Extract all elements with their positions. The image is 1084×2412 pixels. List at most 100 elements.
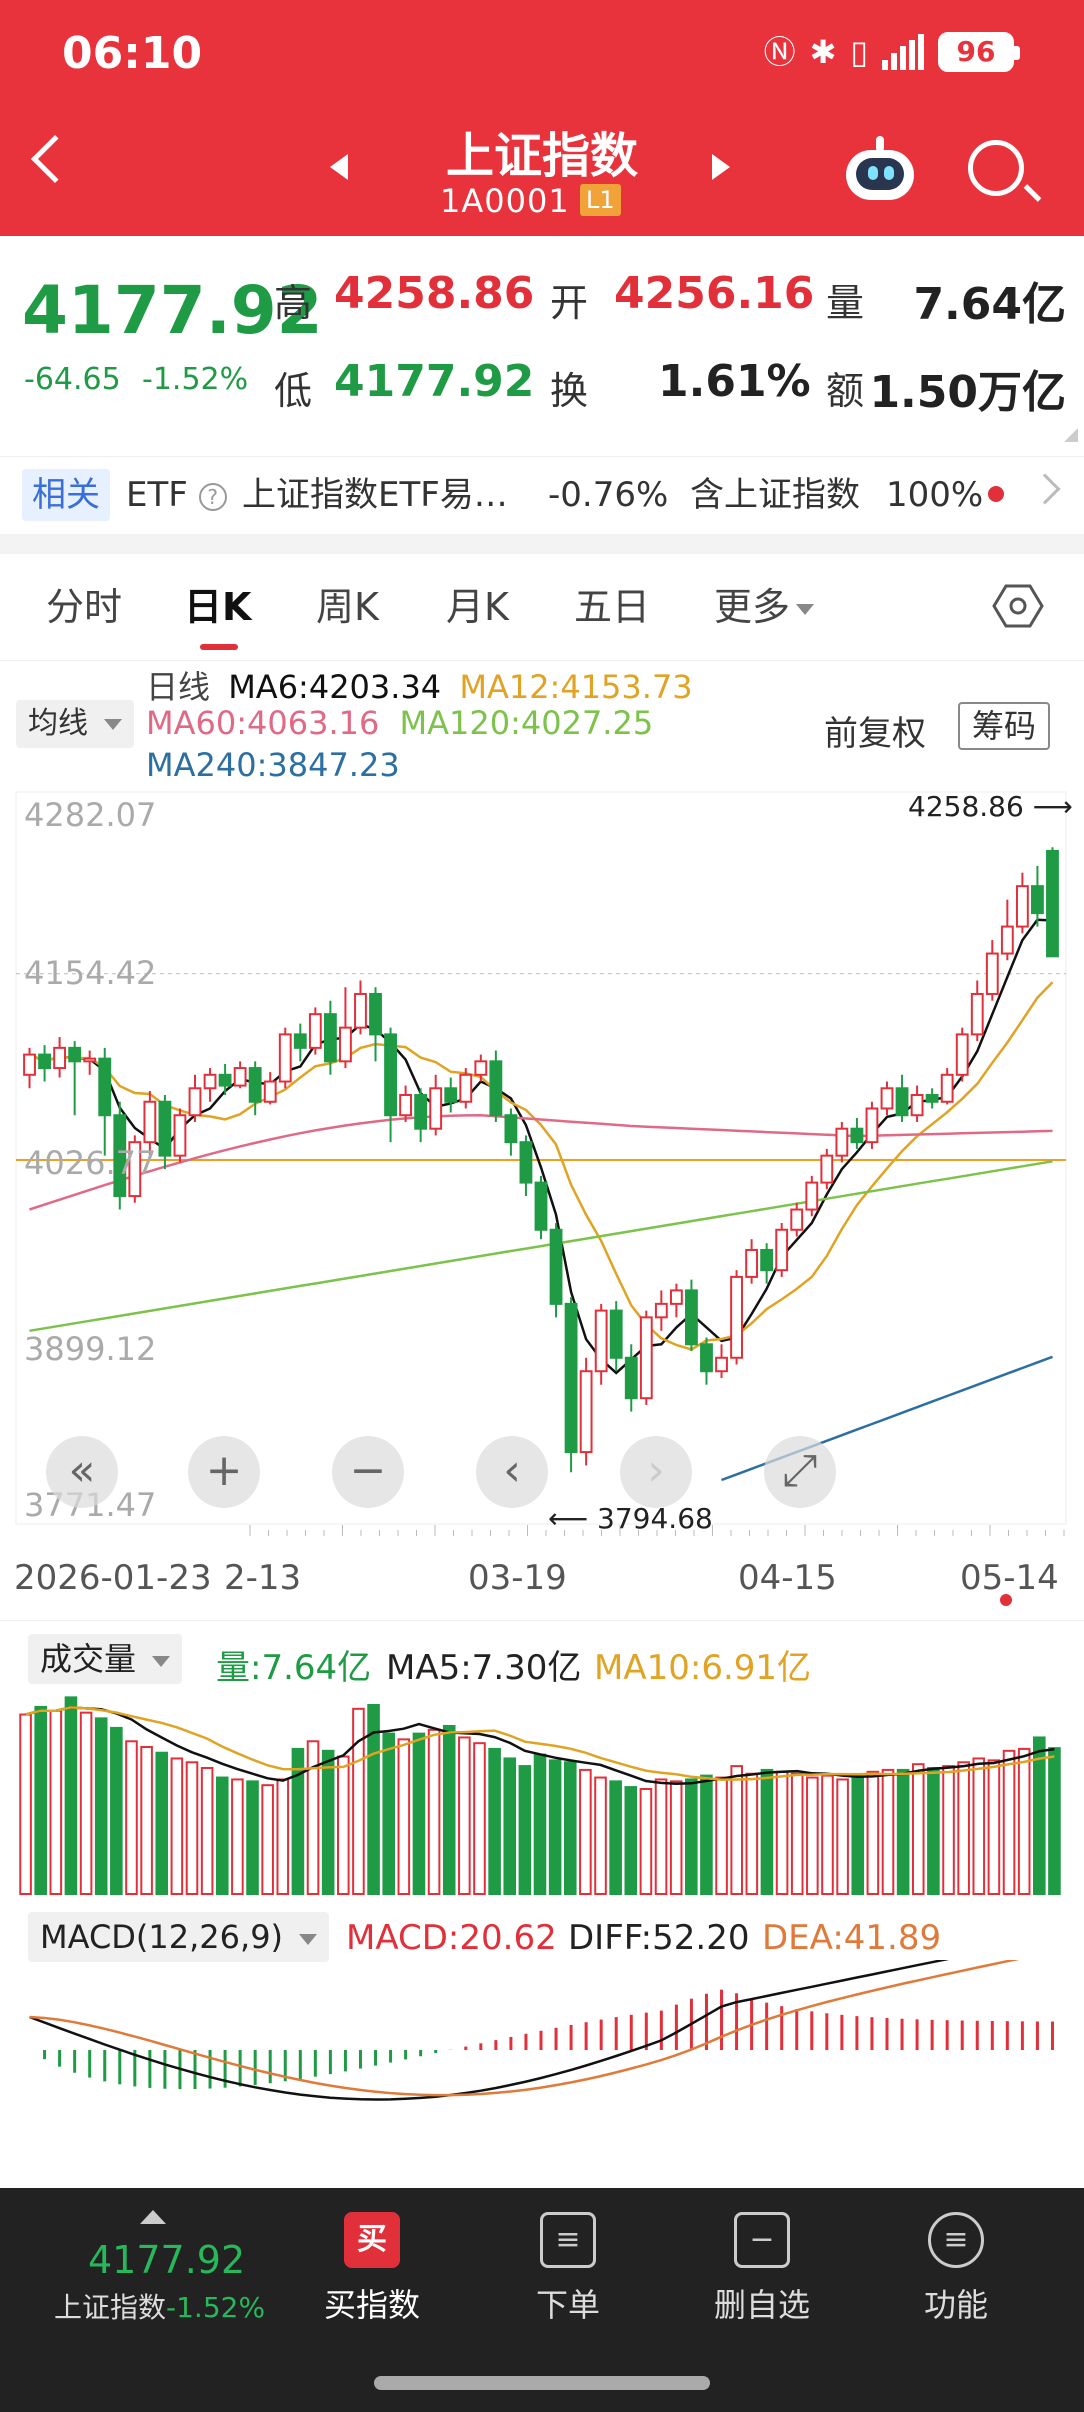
open-value: 4256.16	[614, 268, 815, 319]
volume-bar	[473, 1742, 486, 1895]
max-price-annotation: 4258.86 ⟶	[908, 790, 1073, 823]
candle	[308, 1013, 322, 1049]
candle	[23, 1053, 36, 1076]
zoom-in-icon[interactable]: +	[188, 1436, 260, 1508]
volume-chart[interactable]	[0, 1680, 1084, 1900]
candle	[700, 1343, 713, 1373]
etf-name: 上证指数ETF易…	[242, 475, 508, 515]
search-icon[interactable]	[968, 140, 1024, 196]
remove-watchlist-button[interactable]: − 删自选	[672, 2212, 852, 2326]
ma-legend-row3: MA240:3847.23	[146, 746, 400, 784]
kline-chart[interactable]	[0, 780, 1084, 1540]
notification-dot	[988, 486, 1004, 502]
status-time: 06:10	[62, 28, 203, 79]
scroll-left-icon[interactable]: ‹	[476, 1436, 548, 1508]
candle	[715, 1356, 728, 1373]
volume-bar	[19, 1713, 32, 1895]
x-tick: 03-19	[468, 1558, 567, 1598]
volume-bar	[155, 1751, 169, 1895]
low-value: 4177.92	[334, 356, 535, 407]
candle	[639, 1316, 653, 1400]
rewind-icon[interactable]: «	[46, 1436, 118, 1508]
candle	[1015, 885, 1029, 928]
zoom-out-icon[interactable]: −	[332, 1436, 404, 1508]
tab-five-day[interactable]: 五日	[574, 576, 650, 631]
turnover-value: 1.61%	[658, 356, 811, 407]
scroll-right-icon[interactable]: ›	[620, 1436, 692, 1508]
volume-bar	[579, 1768, 592, 1895]
volume-bar	[49, 1709, 63, 1895]
status-icons: Ⓝ ✱ ▯ 96	[763, 30, 1020, 74]
tab-intraday[interactable]: 分时	[46, 576, 122, 631]
volume-bar	[276, 1778, 290, 1895]
candle	[669, 1289, 683, 1305]
x-tick: 2026-01-23	[14, 1558, 212, 1598]
volume-bar	[200, 1767, 214, 1895]
x-tick: 2-13	[224, 1558, 302, 1598]
volume-bar	[927, 1767, 940, 1895]
dropdown-icon	[796, 604, 815, 615]
bottom-price: 4177.92	[88, 2238, 246, 2282]
header-bar: 06:10 Ⓝ ✱ ▯ 96 上证指数 1A0001 L1	[0, 0, 1084, 236]
minus-box-icon: −	[734, 2212, 790, 2268]
tab-daily-k[interactable]: 日K	[184, 576, 251, 631]
candle	[745, 1248, 759, 1278]
adjust-mode[interactable]: 前复权	[824, 706, 926, 755]
tab-monthly-k[interactable]: 月K	[446, 576, 509, 631]
chips-button[interactable]: 筹码	[958, 702, 1051, 750]
candle	[519, 1141, 533, 1184]
settings-hex-icon[interactable]	[992, 580, 1044, 632]
candle	[910, 1094, 924, 1117]
candle	[940, 1073, 954, 1103]
nfc-icon: Ⓝ	[763, 33, 796, 71]
volume-bar	[806, 1776, 819, 1895]
dea-value: DEA:41.89	[762, 1918, 942, 1958]
volume-bar	[140, 1746, 153, 1895]
min-price-annotation: ⟵ 3794.68	[548, 1502, 713, 1535]
macd-indicator-select[interactable]: MACD(12,26,9)	[28, 1912, 330, 1962]
candle	[654, 1302, 668, 1319]
related-etf-strip[interactable]: 相关 ETF ? 上证指数ETF易… -0.76% 含上证指数 100%	[0, 456, 1084, 532]
functions-button[interactable]: ≡ 功能	[866, 2212, 1046, 2326]
volume-bar	[215, 1776, 229, 1895]
ma-mode-select[interactable]: 均线	[16, 700, 134, 748]
volume-indicator-select[interactable]: 成交量	[28, 1634, 183, 1684]
help-icon[interactable]: ?	[198, 482, 227, 511]
volume-bar	[231, 1778, 244, 1895]
volume-bar	[1033, 1736, 1046, 1895]
candle	[68, 1046, 82, 1063]
candle	[399, 1094, 413, 1117]
volume-bar	[397, 1738, 411, 1896]
candle	[564, 1302, 578, 1454]
divider	[0, 1620, 1084, 1621]
amount-label: 额	[826, 369, 865, 413]
ma-legend-row1: 日线 MA6:4203.34 MA12:4153.73	[146, 668, 693, 706]
place-order-button[interactable]: ≡ 下单	[478, 2212, 658, 2326]
volume-bar	[730, 1765, 743, 1895]
buy-index-button[interactable]: 买 买指数	[282, 2212, 462, 2326]
macd-chart[interactable]	[0, 1960, 1084, 2180]
candle	[895, 1087, 909, 1117]
candle	[173, 1114, 187, 1157]
volume-bar	[654, 1778, 668, 1895]
candle	[263, 1080, 277, 1103]
fullscreen-icon[interactable]: ⤢	[764, 1436, 836, 1508]
volume-bar	[851, 1776, 865, 1895]
volume-bar	[458, 1736, 471, 1895]
volume-label: 量	[826, 281, 865, 325]
expand-up-icon[interactable]	[140, 2210, 166, 2224]
amount-value: 1.50万亿	[869, 367, 1066, 418]
vibrate-icon: ▯	[850, 33, 868, 71]
expand-corner-icon[interactable]	[1064, 428, 1078, 442]
robot-assistant-icon[interactable]	[842, 136, 918, 202]
tab-more[interactable]: 更多	[714, 576, 815, 631]
volume-bar	[79, 1711, 93, 1895]
candle	[970, 992, 984, 1036]
candle	[609, 1309, 623, 1359]
next-stock-icon[interactable]	[712, 154, 730, 180]
volume-bar	[685, 1778, 698, 1895]
candle	[925, 1094, 939, 1103]
candle	[203, 1073, 217, 1090]
tab-weekly-k[interactable]: 周K	[316, 576, 379, 631]
contain-pct: 100%	[886, 475, 984, 515]
